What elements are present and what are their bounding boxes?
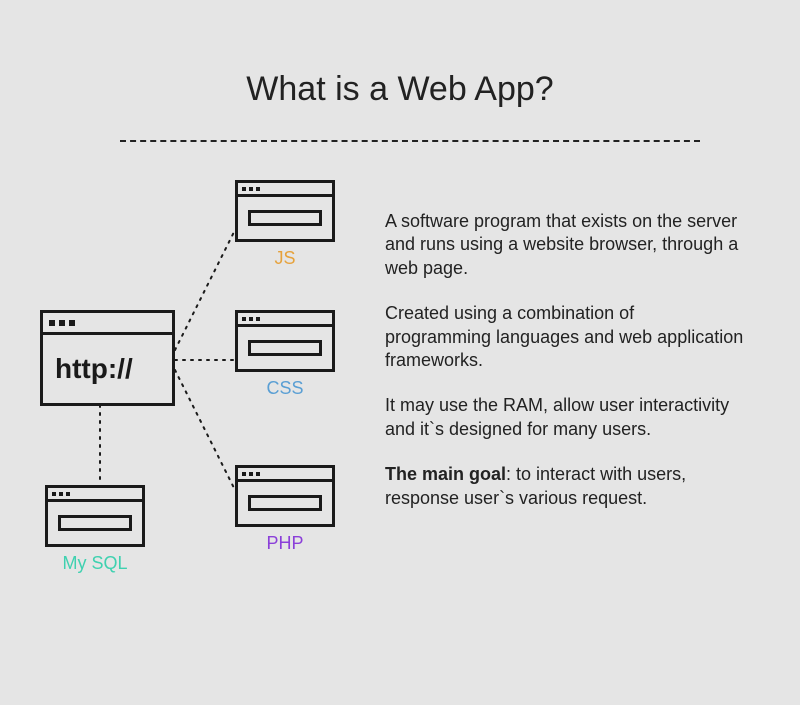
divider (120, 140, 700, 142)
http-window-icon: http:// (40, 310, 175, 406)
css-label: CSS (235, 378, 335, 399)
css-node-icon: CSS (235, 310, 335, 399)
paragraph-2: Created using a combination of programmi… (385, 302, 745, 372)
php-node-icon: PHP (235, 465, 335, 554)
mysql-label: My SQL (45, 553, 145, 574)
js-node-icon: JS (235, 180, 335, 269)
page-title: What is a Web App? (0, 70, 800, 109)
mysql-node-icon: My SQL (45, 485, 145, 574)
js-label: JS (235, 248, 335, 269)
description-block: A software program that exists on the se… (385, 210, 745, 532)
http-label: http:// (55, 353, 133, 385)
diagram-area: http:// JS CSS PHP My SQL (40, 175, 380, 615)
paragraph-4: The main goal: to interact with users, r… (385, 463, 745, 510)
paragraph-1: A software program that exists on the se… (385, 210, 745, 280)
php-label: PHP (235, 533, 335, 554)
paragraph-3: It may use the RAM, allow user interacti… (385, 394, 745, 441)
paragraph-4-bold: The main goal (385, 464, 506, 484)
